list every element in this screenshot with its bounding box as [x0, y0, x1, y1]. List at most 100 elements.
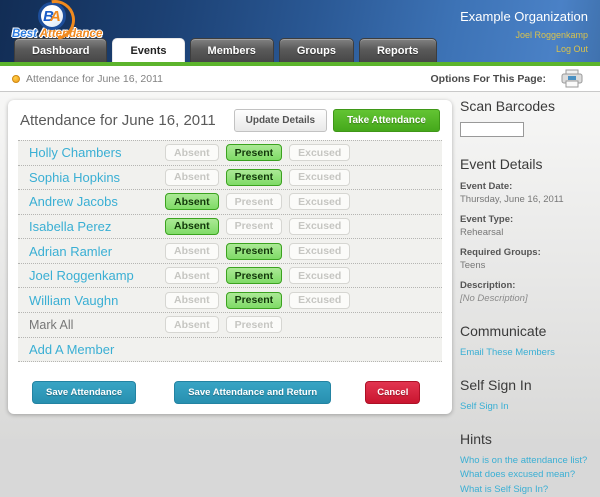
event-type-value: Rehearsal: [460, 227, 504, 238]
status-present-button[interactable]: Present: [225, 168, 283, 186]
status-excused-button[interactable]: Excused: [289, 291, 351, 309]
attendance-row: Sophia Hopkins Absent Present Excused: [18, 166, 442, 191]
status-present-button[interactable]: Present: [225, 316, 283, 334]
main-nav-tabs: Dashboard Events Members Groups Reports: [14, 38, 437, 62]
tab-dashboard[interactable]: Dashboard: [14, 38, 108, 62]
barcode-input[interactable]: [460, 122, 524, 137]
panel-header: Attendance for June 16, 2011 Update Deta…: [8, 100, 452, 140]
options-for-page-label: Options For This Page:: [430, 72, 546, 85]
attendance-panel: Attendance for June 16, 2011 Update Deta…: [8, 100, 452, 414]
logo-letter-b: B: [43, 7, 54, 25]
member-name-link[interactable]: Joel Roggenkamp: [29, 268, 165, 283]
tab-groups[interactable]: Groups: [278, 38, 354, 62]
user-name-link[interactable]: Joel Roggenkamp: [460, 29, 588, 43]
attendance-row: Joel Roggenkamp Absent Present Excused: [18, 264, 442, 289]
attendance-row: Adrian Ramler Absent Present Excused: [18, 239, 442, 264]
org-name: Example Organization: [460, 9, 588, 24]
status-excused-button[interactable]: Excused: [289, 242, 351, 260]
status-excused-button[interactable]: Excused: [289, 193, 351, 211]
status-present-button[interactable]: Present: [225, 193, 283, 211]
hints-title: Hints: [460, 431, 492, 447]
save-attendance-return-button[interactable]: Save Attendance and Return: [174, 381, 332, 404]
status-absent-button[interactable]: Absent: [165, 144, 219, 162]
status-buttons: Absent Present: [165, 316, 283, 334]
mark-all-label: Mark All: [29, 317, 74, 332]
communicate-title: Communicate: [460, 323, 547, 339]
description-label: Description:: [460, 280, 516, 291]
event-type-label: Event Type:: [460, 214, 514, 225]
page-content: Attendance for June 16, 2011 Update Deta…: [0, 92, 600, 495]
status-absent-button[interactable]: Absent: [165, 316, 219, 334]
breadcrumb: Attendance for June 16, 2011: [26, 72, 163, 85]
email-these-members-link[interactable]: Email These Members: [460, 347, 596, 358]
logo-letter-a: A: [50, 7, 61, 25]
status-buttons: Absent Present Excused: [165, 168, 351, 186]
required-groups-value: Teens: [460, 260, 486, 271]
status-absent-button[interactable]: Absent: [165, 168, 219, 186]
org-block: Example Organization Joel Roggenkamp Log…: [460, 9, 588, 56]
status-buttons: Absent Present Excused: [165, 193, 351, 211]
event-date-value: Thursday, June 16, 2011: [460, 194, 564, 205]
status-present-button[interactable]: Present: [225, 242, 283, 260]
save-attendance-button[interactable]: Save Attendance: [32, 381, 137, 404]
hint-excused-link[interactable]: What does excused mean?: [460, 468, 596, 482]
log-out-link[interactable]: Log Out: [460, 43, 588, 57]
page-title: Attendance for June 16, 2011: [20, 111, 216, 129]
attendance-list: Holly Chambers Absent Present Excused Sophia…: [18, 140, 442, 363]
tab-events[interactable]: Events: [112, 38, 185, 62]
member-name-link[interactable]: Adrian Ramler: [29, 244, 165, 259]
attendance-row: Andrew Jacobs Absent Present Excused: [18, 190, 442, 215]
attendance-row: Isabella Perez Absent Present Excused: [18, 215, 442, 240]
status-excused-button[interactable]: Excused: [289, 217, 351, 235]
status-absent-button[interactable]: Absent: [165, 267, 219, 285]
event-details-title: Event Details: [460, 156, 543, 172]
cancel-button[interactable]: Cancel: [365, 381, 421, 404]
status-present-button[interactable]: Present: [225, 267, 283, 285]
self-sign-in-link[interactable]: Self Sign In: [460, 401, 596, 412]
status-absent-button[interactable]: Absent: [165, 242, 219, 260]
take-attendance-button[interactable]: Take Attendance: [333, 108, 440, 132]
add-member-link[interactable]: Add A Member: [29, 342, 165, 357]
member-name-link[interactable]: William Vaughn: [29, 293, 165, 308]
status-excused-button[interactable]: Excused: [289, 144, 351, 162]
status-present-button[interactable]: Present: [225, 217, 283, 235]
required-groups-label: Required Groups:: [460, 247, 541, 258]
scan-barcodes-title: Scan Barcodes: [460, 98, 555, 114]
hints-links: Who is on the attendance list? What does…: [460, 454, 596, 497]
status-buttons: Absent Present Excused: [165, 291, 351, 309]
status-buttons: Absent Present Excused: [165, 217, 351, 235]
status-buttons: Absent Present Excused: [165, 144, 351, 162]
attendance-row: Holly Chambers Absent Present Excused: [18, 141, 442, 166]
action-buttons: Save Attendance Save Attendance and Retu…: [32, 381, 421, 404]
tab-members[interactable]: Members: [189, 38, 274, 62]
attendance-row: Mark All Absent Present: [18, 313, 442, 338]
member-name-link[interactable]: Andrew Jacobs: [29, 194, 165, 209]
logo-badge-icon: B A: [38, 2, 66, 30]
status-present-button[interactable]: Present: [225, 144, 283, 162]
status-buttons: Absent Present Excused: [165, 242, 351, 260]
app-header: B A Best Attendance Example Organization…: [0, 0, 600, 62]
member-name-link[interactable]: Sophia Hopkins: [29, 170, 165, 185]
attendance-row: William Vaughn Absent Present Excused: [18, 288, 442, 313]
tab-reports[interactable]: Reports: [358, 38, 437, 62]
best-attendance-logo[interactable]: B A Best Attendance: [12, 2, 132, 40]
status-absent-button[interactable]: Absent: [165, 217, 219, 235]
hint-self-sign-in-link[interactable]: What is Self Sign In?: [460, 483, 596, 497]
status-excused-button[interactable]: Excused: [289, 168, 351, 186]
hint-attendance-list-link[interactable]: Who is on the attendance list?: [460, 454, 596, 468]
member-name-link[interactable]: Isabella Perez: [29, 219, 165, 234]
status-absent-button[interactable]: Absent: [165, 291, 219, 309]
status-excused-button[interactable]: Excused: [289, 267, 351, 285]
printer-icon[interactable]: [560, 69, 584, 88]
status-absent-button[interactable]: Absent: [165, 193, 219, 211]
sidebar: Scan Barcodes Event Details Event Date: …: [460, 98, 596, 497]
attendance-row: Add A Member: [18, 338, 442, 363]
update-details-button[interactable]: Update Details: [233, 108, 328, 132]
self-sign-in-title: Self Sign In: [460, 377, 532, 393]
breadcrumb-dot-icon: [12, 74, 20, 83]
description-value: [No Description]: [460, 293, 528, 304]
member-name-link[interactable]: Holly Chambers: [29, 145, 165, 160]
breadcrumb-bar: Attendance for June 16, 2011 Options For…: [0, 66, 600, 92]
status-present-button[interactable]: Present: [225, 291, 283, 309]
status-buttons: Absent Present Excused: [165, 267, 351, 285]
